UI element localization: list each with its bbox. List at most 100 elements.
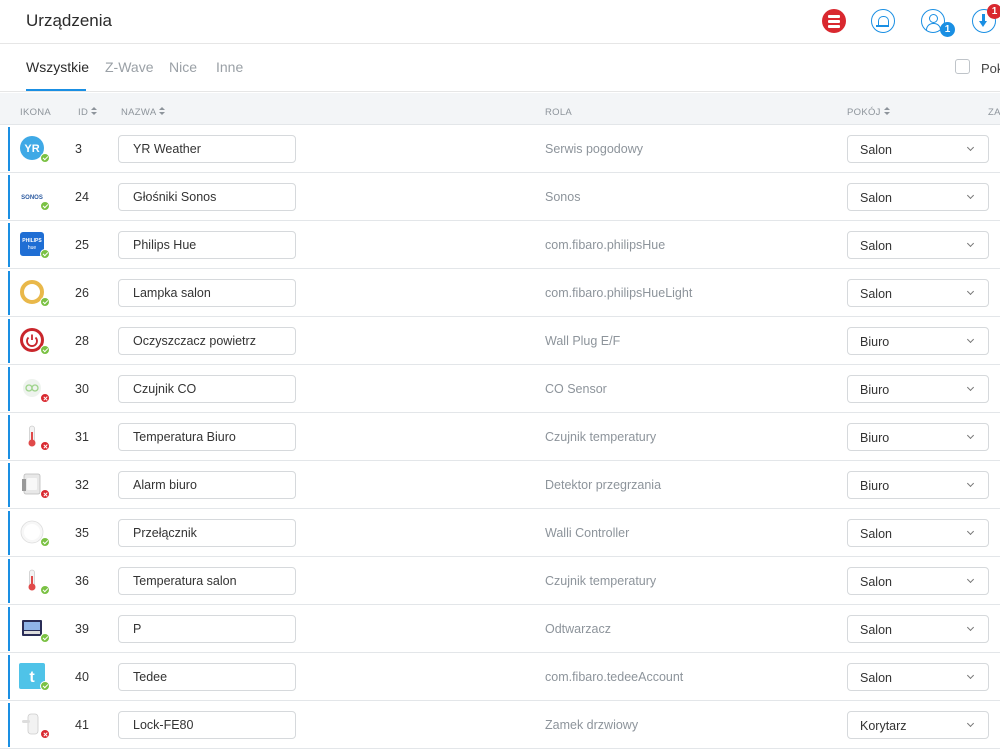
row-accent-bar [8, 559, 10, 603]
room-select-value: Biuro [860, 431, 890, 445]
tab-nice[interactable]: Nice [169, 59, 197, 75]
active-tab-indicator [26, 89, 86, 91]
filter-checkbox-label: Pok [981, 61, 1000, 76]
row-accent-bar [8, 367, 10, 411]
room-select[interactable]: Korytarz [847, 711, 989, 739]
device-id: 26 [75, 286, 89, 300]
room-select-value: Salon [860, 287, 892, 301]
row-accent-bar [8, 415, 10, 459]
chevron-down-icon [966, 623, 975, 632]
room-select[interactable]: Salon [847, 519, 989, 547]
svg-text:t: t [29, 669, 35, 686]
devices-menu-icon[interactable] [822, 9, 846, 33]
chevron-down-icon [966, 335, 975, 344]
chevron-down-icon [966, 287, 975, 296]
column-header-id[interactable]: ID [78, 107, 98, 118]
device-role: Wall Plug E/F [545, 334, 621, 348]
status-error-icon [40, 441, 50, 451]
row-accent-bar [8, 655, 10, 699]
table-row[interactable]: 28 Oczyszczacz powietrz Wall Plug E/F Bi… [0, 317, 1000, 365]
tabs-bar: Wszystkie Z-Wave Nice Inne Pok [0, 44, 1000, 92]
device-id: 36 [75, 574, 89, 588]
device-id: 39 [75, 622, 89, 636]
room-select[interactable]: Salon [847, 135, 989, 163]
room-select-value: Biuro [860, 383, 890, 397]
device-name-input[interactable]: Temperatura Biuro [118, 423, 296, 451]
row-accent-bar [8, 463, 10, 507]
device-table-body: YR 3 YR Weather Serwis pogodowy Salon SO… [0, 125, 1000, 749]
device-role: Walli Controller [545, 526, 630, 540]
room-select[interactable]: Biuro [847, 375, 989, 403]
room-select-value: Korytarz [860, 719, 907, 733]
device-name-input[interactable]: YR Weather [118, 135, 296, 163]
table-row[interactable]: PHILIPS hue 25 Philips Hue com.fibaro.phi… [0, 221, 1000, 269]
svg-text:hue: hue [28, 245, 37, 251]
status-ok-icon [40, 153, 50, 163]
chevron-down-icon [966, 479, 975, 488]
svg-text:SONOS: SONOS [21, 195, 43, 201]
device-name-input[interactable]: Czujnik CO [118, 375, 296, 403]
table-row[interactable]: YR 3 YR Weather Serwis pogodowy Salon [0, 125, 1000, 173]
column-header-room[interactable]: POKÓJ [847, 107, 890, 118]
status-error-icon [40, 393, 50, 403]
room-select[interactable]: Salon [847, 615, 989, 643]
table-row[interactable]: t 40 Tedee com.fibaro.tedeeAccount Salon [0, 653, 1000, 701]
device-role: Czujnik temperatury [545, 574, 657, 588]
chevron-down-icon [966, 527, 975, 536]
device-name-input[interactable]: Lock-FE80 [118, 711, 296, 739]
room-select[interactable]: Salon [847, 279, 989, 307]
table-row[interactable]: 36 Temperatura salon Czujnik temperatury… [0, 557, 1000, 605]
room-select[interactable]: Salon [847, 663, 989, 691]
sort-icon [883, 107, 890, 116]
room-select[interactable]: Salon [847, 567, 989, 595]
device-name-input[interactable]: Alarm biuro [118, 471, 296, 499]
table-row[interactable]: 26 Lampka salon com.fibaro.philipsHueLig… [0, 269, 1000, 317]
media-player-icon [19, 615, 50, 645]
filter-checkbox[interactable] [955, 59, 970, 74]
chevron-down-icon [966, 575, 975, 584]
room-select-value: Salon [860, 143, 892, 157]
room-select[interactable]: Biuro [847, 423, 989, 451]
alarm-icon[interactable] [871, 9, 895, 33]
column-header-name[interactable]: NAZWA [121, 107, 166, 118]
row-accent-bar [8, 127, 10, 171]
table-row[interactable]: 41 Lock-FE80 Zamek drzwiowy Korytarz [0, 701, 1000, 749]
row-accent-bar [8, 607, 10, 651]
device-name-input[interactable]: P [118, 615, 296, 643]
table-row[interactable]: 30 Czujnik CO CO Sensor Biuro [0, 365, 1000, 413]
tab-wszystkie[interactable]: Wszystkie [26, 59, 89, 75]
device-name-input[interactable]: Temperatura salon [118, 567, 296, 595]
device-name-input[interactable]: Oczyszczacz powietrz [118, 327, 296, 355]
device-name-input[interactable]: Tedee [118, 663, 296, 691]
device-name-input[interactable]: Głośniki Sonos [118, 183, 296, 211]
device-id: 41 [75, 718, 89, 732]
device-role: Zamek drzwiowy [545, 718, 639, 732]
table-row[interactable]: 32 Alarm biuro Detektor przegrzania Biur… [0, 461, 1000, 509]
column-header-icon: IKONA [20, 107, 52, 118]
sonos-icon: SONOS [19, 183, 50, 213]
tab-z-wave[interactable]: Z-Wave [105, 59, 153, 75]
device-id: 30 [75, 382, 89, 396]
table-row[interactable]: 39 P Odtwarzacz Salon [0, 605, 1000, 653]
chevron-down-icon [966, 239, 975, 248]
room-select[interactable]: Biuro [847, 327, 989, 355]
philips-hue-icon: PHILIPS hue [19, 231, 50, 261]
chevron-down-icon [966, 431, 975, 440]
device-role: Detektor przegrzania [545, 478, 662, 492]
device-name-input[interactable]: Przełącznik [118, 519, 296, 547]
device-role: Sonos [545, 190, 581, 204]
room-select[interactable]: Salon [847, 183, 989, 211]
device-role: CO Sensor [545, 382, 607, 396]
device-id: 3 [75, 142, 82, 156]
table-row[interactable]: SONOS 24 Głośniki Sonos Sonos Salon [0, 173, 1000, 221]
chevron-down-icon [966, 383, 975, 392]
thermometer-icon [19, 423, 50, 453]
tab-inne[interactable]: Inne [216, 59, 243, 75]
room-select[interactable]: Salon [847, 231, 989, 259]
table-row[interactable]: 31 Temperatura Biuro Czujnik temperatury… [0, 413, 1000, 461]
room-select[interactable]: Biuro [847, 471, 989, 499]
table-row[interactable]: 35 Przełącznik Walli Controller Salon [0, 509, 1000, 557]
device-id: 31 [75, 430, 89, 444]
device-name-input[interactable]: Lampka salon [118, 279, 296, 307]
device-name-input[interactable]: Philips Hue [118, 231, 296, 259]
